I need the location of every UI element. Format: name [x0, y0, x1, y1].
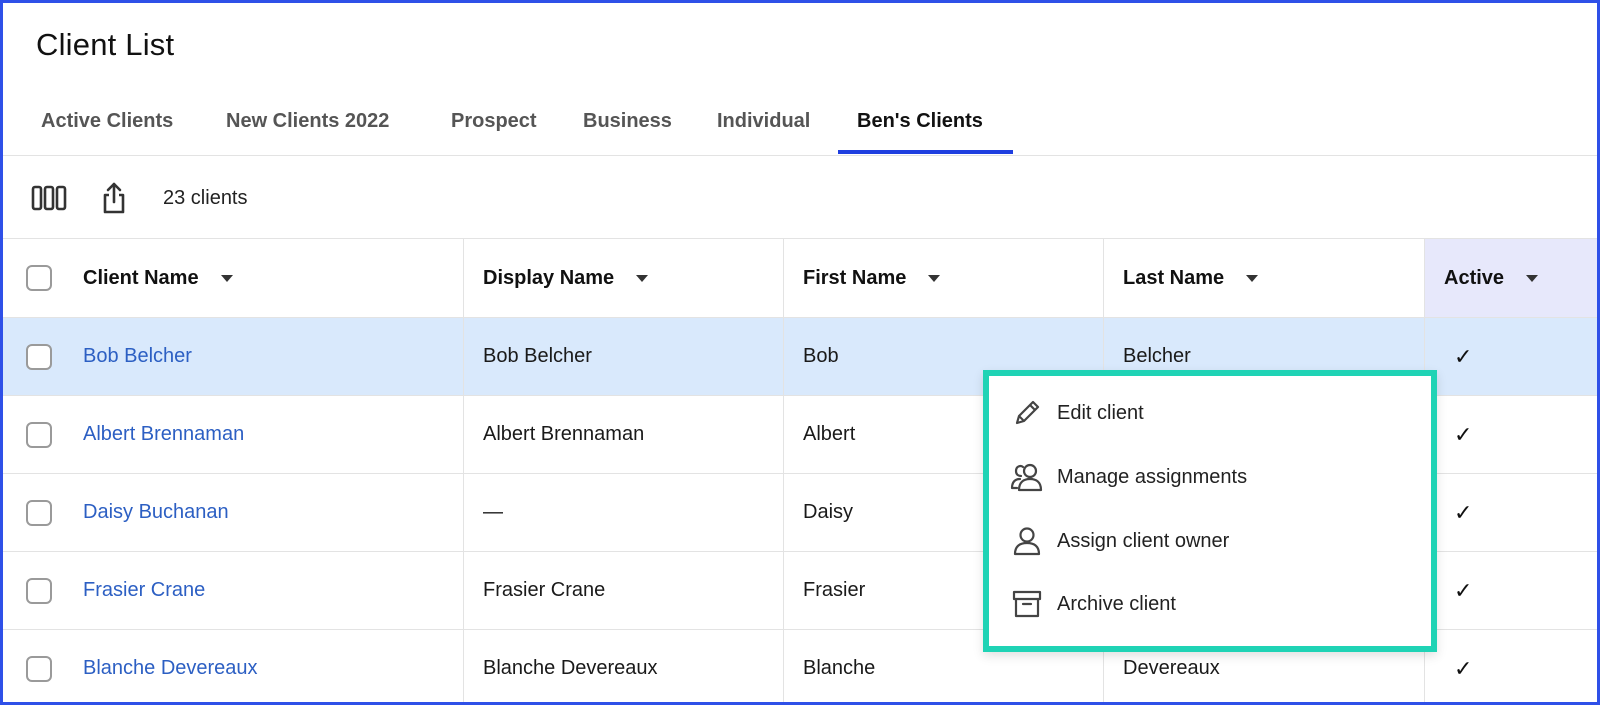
column-label: Active: [1444, 266, 1505, 289]
menu-item-archive-client[interactable]: Archive client: [989, 572, 1431, 636]
select-all-checkbox[interactable]: [26, 265, 52, 291]
column-header-active[interactable]: Active: [1444, 239, 1539, 317]
column-label: First Name: [803, 266, 907, 289]
tab-prospect[interactable]: Prospect: [451, 101, 537, 156]
menu-item-label: Archive client: [1057, 592, 1176, 615]
active-check-icon: ✓: [1454, 421, 1473, 447]
display-name-cell: Blanche Devereaux: [483, 657, 658, 679]
row-checkbox[interactable]: [26, 421, 52, 448]
column-header-first-name[interactable]: First Name: [803, 239, 941, 317]
display-name-cell: Frasier Crane: [483, 579, 606, 601]
row-checkbox[interactable]: [26, 655, 52, 682]
column-header-last-name[interactable]: Last Name: [1123, 239, 1259, 317]
sort-caret-icon[interactable]: [1246, 274, 1259, 282]
sort-caret-icon[interactable]: [1526, 274, 1539, 282]
menu-item-label: Manage assignments: [1057, 465, 1248, 488]
menu-item-manage-assignments[interactable]: Manage assignments: [989, 445, 1431, 509]
row-checkbox[interactable]: [26, 499, 52, 526]
display-name-cell: —: [483, 501, 503, 523]
first-name-cell: Albert: [803, 423, 856, 445]
table-header-row: Client Name Display Name First Name Last…: [3, 239, 1597, 318]
tab-active-clients[interactable]: Active Clients: [41, 101, 173, 156]
row-checkbox[interactable]: [26, 577, 52, 604]
users-icon: [1009, 459, 1045, 495]
first-name-cell: Bob: [803, 345, 839, 367]
column-divider: [463, 239, 464, 702]
client-count: 23 clients: [163, 187, 248, 209]
user-icon: [1009, 523, 1045, 559]
display-name-cell: Bob Belcher: [483, 345, 592, 367]
archive-icon: [1009, 586, 1045, 622]
client-name-link[interactable]: Albert Brennaman: [83, 396, 244, 473]
tab-individual[interactable]: Individual: [717, 101, 810, 156]
client-name-link[interactable]: Bob Belcher: [83, 318, 192, 395]
columns-icon[interactable]: [31, 180, 67, 216]
display-name-cell: Albert Brennaman: [483, 423, 645, 445]
menu-item-label: Assign client owner: [1057, 529, 1230, 552]
sort-caret-icon[interactable]: [928, 274, 941, 282]
column-header-display-name[interactable]: Display Name: [483, 239, 649, 317]
client-name-link[interactable]: Frasier Crane: [83, 552, 205, 629]
column-header-client-name[interactable]: Client Name: [83, 239, 233, 317]
row-checkbox[interactable]: [26, 343, 52, 370]
client-name-link[interactable]: Daisy Buchanan: [83, 474, 229, 551]
client-name-link[interactable]: Blanche Devereaux: [83, 630, 258, 702]
active-check-icon: ✓: [1454, 343, 1473, 369]
tab-bar: Active Clients New Clients 2022 Prospect…: [3, 101, 1597, 156]
column-label: Last Name: [1123, 266, 1225, 289]
first-name-cell: Daisy: [803, 501, 854, 523]
column-label: Client Name: [83, 266, 199, 289]
first-name-cell: Frasier: [803, 579, 866, 601]
sort-caret-icon[interactable]: [220, 274, 233, 282]
toolbar: 23 clients: [3, 156, 1597, 239]
tab-bens-clients[interactable]: Ben's Clients: [857, 101, 983, 156]
share-export-icon[interactable]: [96, 180, 132, 216]
row-context-menu: Edit client Manage assignments Assign cl…: [983, 370, 1437, 652]
sort-caret-icon[interactable]: [636, 274, 649, 282]
app-window: Client List Active Clients New Clients 2…: [0, 0, 1600, 705]
active-check-icon: ✓: [1454, 499, 1473, 525]
active-check-icon: ✓: [1454, 577, 1473, 603]
page-title: Client List: [36, 27, 175, 62]
column-divider: [783, 239, 784, 702]
column-label: Display Name: [483, 266, 615, 289]
tab-business[interactable]: Business: [583, 101, 672, 156]
menu-item-label: Edit client: [1057, 401, 1144, 424]
menu-item-assign-client-owner[interactable]: Assign client owner: [989, 509, 1431, 573]
tab-new-clients-2022[interactable]: New Clients 2022: [226, 101, 389, 156]
menu-item-edit-client[interactable]: Edit client: [989, 381, 1431, 445]
first-name-cell: Blanche: [803, 657, 876, 679]
active-tab-indicator: [838, 150, 1013, 154]
active-check-icon: ✓: [1454, 655, 1473, 681]
pencil-icon: [1009, 395, 1045, 431]
